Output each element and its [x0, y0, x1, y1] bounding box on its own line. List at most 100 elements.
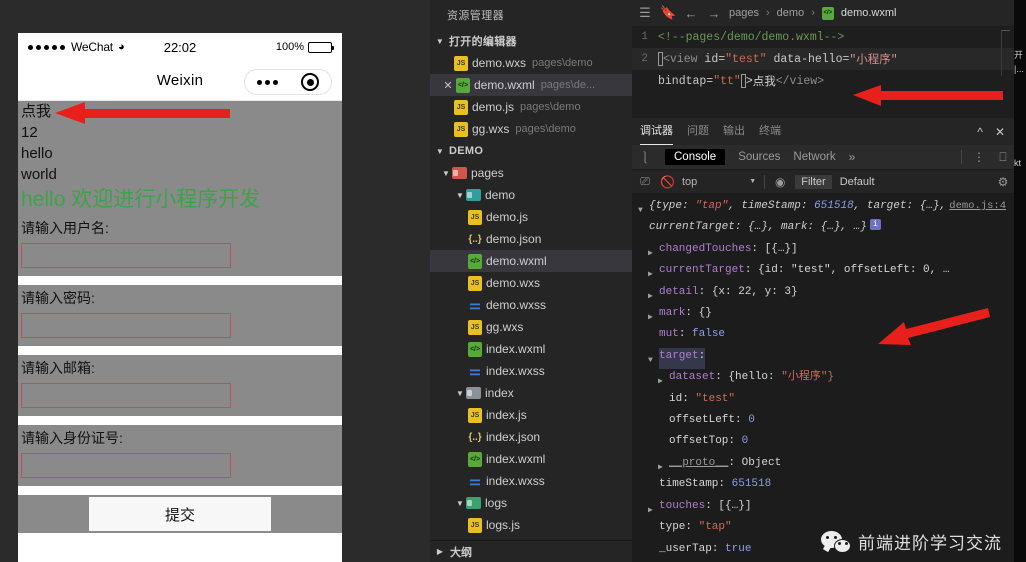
tree-file-logs-js[interactable]: JS logs.js: [430, 514, 632, 536]
console-row[interactable]: ▶ changedTouches: [{…}]: [632, 241, 1014, 262]
chevron-right-icon[interactable]: ▶: [648, 305, 659, 326]
console-source-link[interactable]: demo.js:4: [949, 198, 1006, 215]
console-row[interactable]: ▶ __proto__: Object: [632, 455, 1014, 476]
tab-debugger[interactable]: 调试器: [640, 118, 673, 145]
tree-file-index-json[interactable]: {..} index.json: [430, 426, 632, 448]
tree-file-index-wxss-2[interactable]: ⚌ index.wxss: [430, 470, 632, 492]
tree-folder-logs[interactable]: ▼ logs: [430, 492, 632, 514]
chevron-right-icon[interactable]: ▶: [658, 455, 669, 476]
tab-problems[interactable]: 问题: [687, 118, 709, 145]
chevron-up-icon[interactable]: ^: [977, 125, 983, 139]
email-input[interactable]: [21, 383, 231, 408]
editor-scrollbar[interactable]: [1001, 30, 1010, 76]
page-text-dianwo[interactable]: 点我: [18, 101, 342, 122]
dock-panel-icon[interactable]: ⎕: [996, 150, 1010, 165]
field-label-email: 请输入邮箱:: [21, 358, 339, 378]
more-dots-icon[interactable]: [257, 80, 278, 85]
chevron-double-right-icon[interactable]: »: [849, 150, 856, 164]
console-row[interactable]: ▶ detail: {x: 22, y: 3}: [632, 284, 1014, 305]
console-context-selector[interactable]: top ▼: [682, 176, 756, 188]
open-editor-item-gg-wxs[interactable]: JS gg.wxs pages\demo: [430, 118, 632, 140]
chevron-right-icon[interactable]: ▶: [648, 241, 659, 262]
chevron-down-icon[interactable]: ▼: [454, 499, 466, 508]
live-expression-icon[interactable]: ◉: [773, 175, 787, 189]
tree-file-gg-wxs[interactable]: JS gg.wxs: [430, 316, 632, 338]
inspect-element-icon[interactable]: ⎱: [638, 149, 652, 166]
project-section-header[interactable]: ▼ DEMO: [430, 140, 632, 162]
tree-file-demo-js[interactable]: JS demo.js: [430, 206, 632, 228]
tree-item-label: index.wxss: [486, 474, 545, 488]
more-vertical-icon[interactable]: ⋮: [972, 150, 986, 164]
chevron-right-icon[interactable]: ▶: [434, 547, 446, 556]
tab-terminal[interactable]: 终端: [759, 118, 781, 145]
tree-file-demo-wxml[interactable]: </> demo.wxml: [430, 250, 632, 272]
open-editor-name: demo.js: [472, 100, 514, 114]
info-badge-icon[interactable]: i: [870, 219, 881, 230]
chevron-right-icon[interactable]: ▶: [648, 284, 659, 305]
close-icon[interactable]: ✕: [440, 79, 456, 92]
battery-icon: [308, 42, 332, 53]
tree-file-demo-wxs[interactable]: JS demo.wxs: [430, 272, 632, 294]
chevron-right-icon[interactable]: ▶: [648, 262, 659, 283]
tree-file-index-js[interactable]: JS index.js: [430, 404, 632, 426]
code-token-val-tt: "tt": [713, 75, 741, 88]
chevron-down-icon[interactable]: ▼: [454, 191, 466, 200]
chevron-right-icon[interactable]: ▶: [648, 498, 659, 519]
clear-console-icon[interactable]: 🚫: [660, 175, 674, 189]
chevron-down-icon[interactable]: ▼: [454, 389, 466, 398]
log-level-selector[interactable]: Default: [840, 176, 875, 188]
submit-button[interactable]: 提交: [89, 497, 271, 531]
tree-file-demo-json[interactable]: {..} demo.json: [430, 228, 632, 250]
chevron-down-icon[interactable]: ▼: [434, 37, 446, 46]
close-icon[interactable]: ✕: [995, 125, 1005, 139]
tab-output[interactable]: 输出: [723, 118, 745, 145]
tree-file-index-wxml-2[interactable]: </> index.wxml: [430, 448, 632, 470]
js-file-icon: JS: [454, 100, 468, 115]
console-sidebar-icon[interactable]: ⎚: [638, 174, 652, 189]
open-editor-item-demo-wxs[interactable]: JS demo.wxs pages\demo: [430, 52, 632, 74]
console-row-target[interactable]: ▼ target:: [632, 348, 1014, 369]
tree-folder-index[interactable]: ▼ index: [430, 382, 632, 404]
chevron-down-icon[interactable]: ▼: [648, 348, 659, 369]
tree-folder-demo[interactable]: ▼ demo: [430, 184, 632, 206]
outline-section-header[interactable]: ▶ 大纲: [430, 540, 632, 562]
open-editor-item-demo-wxml[interactable]: ✕ </> demo.wxml pages\de...: [430, 74, 632, 96]
chevron-down-icon[interactable]: ▼: [638, 198, 649, 219]
console-row[interactable]: ▶ mark: {}: [632, 305, 1014, 326]
tree-folder-pages[interactable]: ▼ pages: [430, 162, 632, 184]
breadcrumb-segment-file[interactable]: demo.wxml: [841, 7, 897, 19]
devtools-tab-console[interactable]: Console: [665, 149, 725, 165]
chevron-down-icon[interactable]: ▼: [434, 147, 446, 156]
open-editor-item-demo-js[interactable]: JS demo.js pages\demo: [430, 96, 632, 118]
filter-input[interactable]: Filter: [795, 175, 831, 189]
devtools-tab-network[interactable]: Network: [793, 151, 835, 163]
console-key: __proto__: [669, 455, 728, 476]
chevron-down-icon[interactable]: ▼: [440, 169, 452, 178]
console-row[interactable]: ▶ currentTarget: {id: "test", offsetLeft…: [632, 262, 1014, 283]
username-input[interactable]: [21, 243, 231, 268]
target-circle-icon[interactable]: [301, 73, 319, 91]
wxml-file-icon: </>: [468, 342, 482, 357]
forward-arrow-icon[interactable]: →: [706, 6, 722, 21]
chevron-right-icon[interactable]: ▶: [658, 369, 669, 390]
list-icon[interactable]: ☰: [637, 5, 653, 21]
breadcrumb-segment-pages[interactable]: pages: [729, 7, 759, 19]
tree-item-label: demo: [485, 188, 515, 202]
back-arrow-icon[interactable]: ←: [683, 6, 699, 21]
summary-target-value: {…},: [920, 200, 946, 212]
open-editors-section-header[interactable]: ▼ 打开的编辑器: [430, 30, 632, 52]
chevron-down-icon[interactable]: ▼: [749, 178, 756, 185]
breadcrumb-segment-demo[interactable]: demo: [777, 7, 805, 19]
tree-file-demo-wxss[interactable]: ⚌ demo.wxss: [430, 294, 632, 316]
devtools-tab-sources[interactable]: Sources: [738, 151, 780, 163]
tree-file-index-wxss[interactable]: ⚌ index.wxss: [430, 360, 632, 382]
bookmark-icon[interactable]: 🔖: [660, 5, 676, 21]
gear-icon[interactable]: ⚙: [996, 175, 1010, 189]
console-row[interactable]: ▶ touches: [{…}]: [632, 498, 1014, 519]
console-row[interactable]: ▶ dataset: {hello: "小程序"}: [632, 369, 1014, 390]
idcard-input[interactable]: [21, 453, 231, 478]
tree-file-index-wxml[interactable]: </> index.wxml: [430, 338, 632, 360]
password-input[interactable]: [21, 313, 231, 338]
capsule-button[interactable]: [244, 69, 332, 95]
code-content[interactable]: 1 <!--pages/demo/demo.wxml--> 2 <view id…: [632, 26, 1014, 92]
